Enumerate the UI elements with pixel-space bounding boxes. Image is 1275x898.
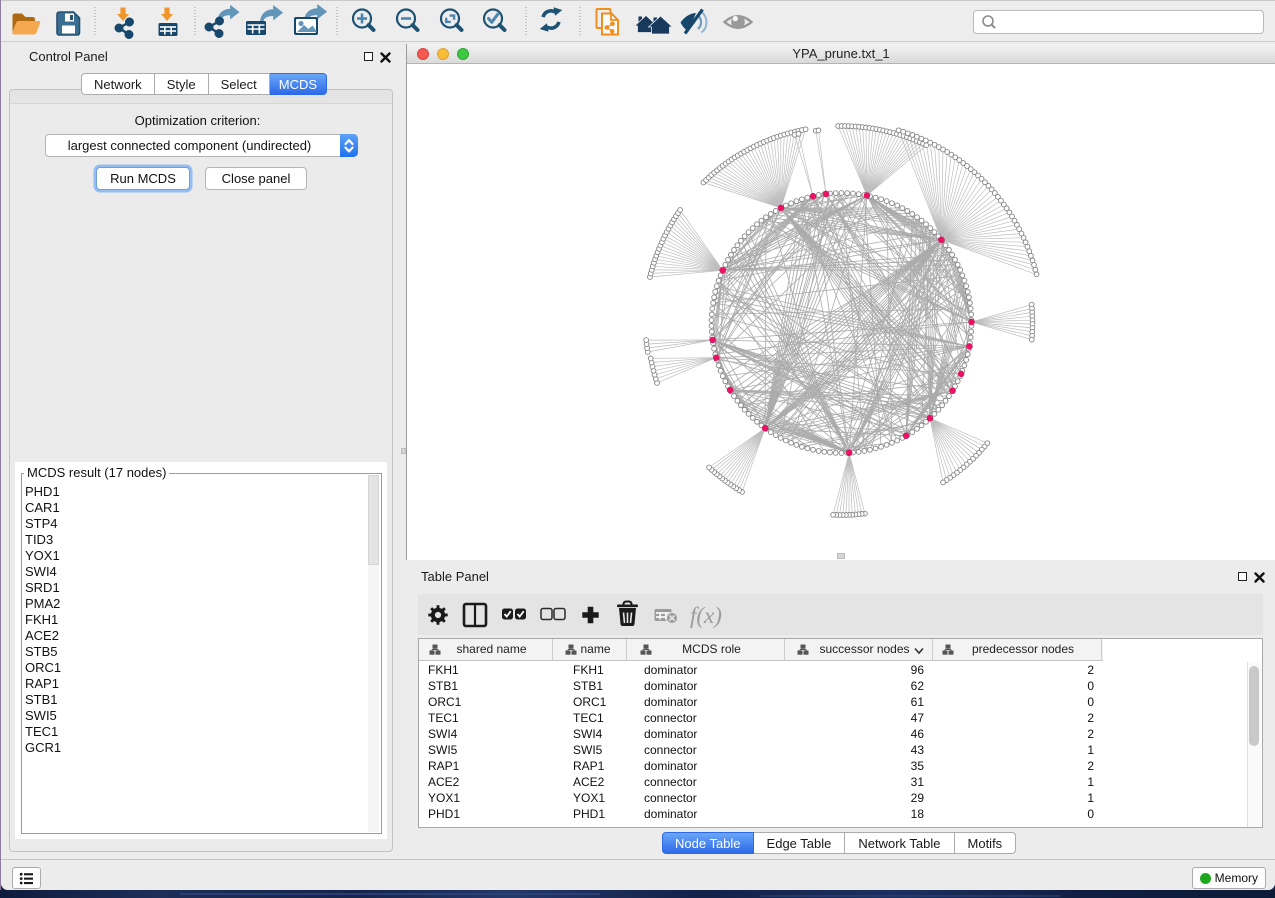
svg-text:f(x): f(x): [690, 603, 722, 628]
